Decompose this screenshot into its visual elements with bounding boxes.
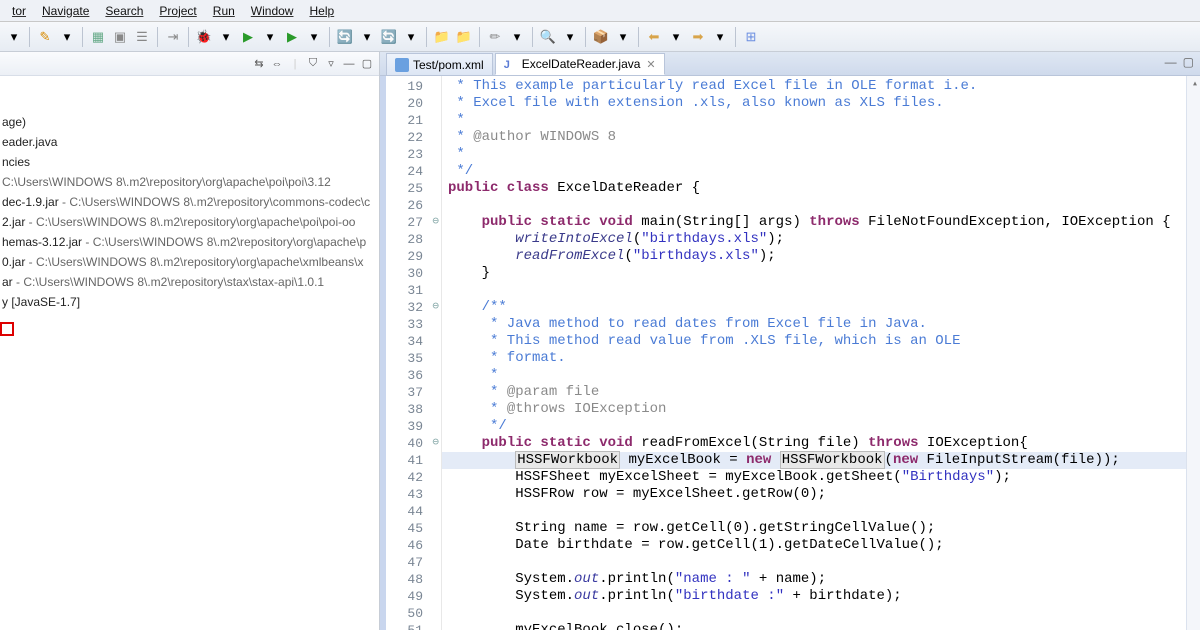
tree-item[interactable]: C:\Users\WINDOWS 8\.m2\repository\org\ap… <box>0 172 379 192</box>
menu-item[interactable]: Help <box>309 4 334 18</box>
menu-item[interactable]: Search <box>105 4 143 18</box>
tree-item[interactable]: eader.java <box>0 132 379 152</box>
dropdown-icon[interactable]: ▾ <box>560 27 580 47</box>
toolbar: ▾ ✎ ▾ ▦ ▣ ☰ ⇥ 🐞 ▾ ▶ ▾ ▶ ▾ 🔄 ▾ 🔄 ▾ 📁 📁 ✏ … <box>0 22 1200 52</box>
tree-item[interactable]: age) <box>0 112 379 132</box>
dropdown-icon[interactable]: ▾ <box>260 27 280 47</box>
debug-icon[interactable]: 🐞 <box>194 27 214 47</box>
dropdown-icon[interactable]: ▾ <box>401 27 421 47</box>
minimize-icon[interactable]: — <box>1165 55 1177 69</box>
menu-item[interactable]: Run <box>213 4 235 18</box>
dropdown-icon[interactable]: ▾ <box>4 27 24 47</box>
dropdown-icon[interactable]: ▾ <box>304 27 324 47</box>
java-file-icon <box>504 57 518 71</box>
tree-item[interactable]: ar - C:\Users\WINDOWS 8\.m2\repository\s… <box>0 272 379 292</box>
window-icon[interactable]: ⊞ <box>741 27 761 47</box>
tab-label: ExcelDateReader.java <box>522 57 641 71</box>
list-icon[interactable]: ☰ <box>132 27 152 47</box>
tab-pom[interactable]: Test/pom.xml <box>386 53 493 75</box>
skip-icon[interactable]: ⇥ <box>163 27 183 47</box>
package-explorer: ⇆ ⇔ | ⛉ ▿ — ▢ age) eader.java ncies C:\U… <box>0 52 380 630</box>
run-icon[interactable]: ▶ <box>238 27 258 47</box>
project-tree[interactable]: age) eader.java ncies C:\Users\WINDOWS 8… <box>0 76 379 312</box>
line-gutter[interactable]: 1920212223242526272829303132333435363738… <box>386 76 442 630</box>
maximize-icon[interactable]: ▢ <box>359 56 375 72</box>
dropdown-icon[interactable]: ▾ <box>357 27 377 47</box>
tab-label: Test/pom.xml <box>413 58 484 72</box>
menu-item[interactable]: Project <box>159 4 196 18</box>
tree-item[interactable]: hemas-3.12.jar - C:\Users\WINDOWS 8\.m2\… <box>0 232 379 252</box>
maximize-icon[interactable]: ▢ <box>1183 55 1194 69</box>
menu-bar: tor Navigate Search Project Run Window H… <box>0 0 1200 22</box>
edit-icon[interactable]: ✏ <box>485 27 505 47</box>
tree-item[interactable]: 2.jar - C:\Users\WINDOWS 8\.m2\repositor… <box>0 212 379 232</box>
tree-item[interactable]: dec-1.9.jar - C:\Users\WINDOWS 8\.m2\rep… <box>0 192 379 212</box>
folder-icon[interactable]: 📁 <box>432 27 452 47</box>
box2-icon[interactable]: 📦 <box>591 27 611 47</box>
forward-icon[interactable]: ➡ <box>688 27 708 47</box>
link-icon[interactable]: ⇔ <box>269 56 285 72</box>
tree-item[interactable]: ncies <box>0 152 379 172</box>
close-icon[interactable]: ✕ <box>646 58 655 71</box>
code-editor[interactable]: 1920212223242526272829303132333435363738… <box>380 76 1200 630</box>
minimize-icon[interactable]: — <box>341 56 357 72</box>
dropdown-icon[interactable]: ▾ <box>507 27 527 47</box>
tree-item[interactable]: y [JavaSE-1.7] <box>0 292 379 312</box>
collapse-icon[interactable]: ⇆ <box>251 56 267 72</box>
filter-icon[interactable]: ⛉ <box>305 56 321 72</box>
dropdown-icon[interactable]: ▾ <box>613 27 633 47</box>
back-icon[interactable]: ⬅ <box>644 27 664 47</box>
menu-icon[interactable]: ▿ <box>323 56 339 72</box>
tab-exceldatereader[interactable]: ExcelDateReader.java ✕ <box>495 53 665 75</box>
refresh2-icon[interactable]: 🔄 <box>379 27 399 47</box>
menu-item[interactable]: tor <box>12 4 26 18</box>
dropdown-icon[interactable]: ▾ <box>710 27 730 47</box>
tree-item[interactable]: 0.jar - C:\Users\WINDOWS 8\.m2\repositor… <box>0 252 379 272</box>
sep: | <box>287 56 303 72</box>
refresh-icon[interactable]: 🔄 <box>335 27 355 47</box>
folder2-icon[interactable]: 📁 <box>454 27 474 47</box>
dropdown-icon[interactable]: ▾ <box>57 27 77 47</box>
overview-ruler[interactable]: ▴ <box>1186 76 1200 630</box>
sidebar-toolbar: ⇆ ⇔ | ⛉ ▿ — ▢ <box>0 52 379 76</box>
dropdown-icon[interactable]: ▾ <box>666 27 686 47</box>
wand-icon[interactable]: ✎ <box>35 27 55 47</box>
menu-item[interactable]: Navigate <box>42 4 89 18</box>
box-icon[interactable]: ▦ <box>88 27 108 47</box>
editor-pane: Test/pom.xml ExcelDateReader.java ✕ — ▢ … <box>380 52 1200 630</box>
search-icon[interactable]: 🔍 <box>538 27 558 47</box>
stop-icon[interactable]: ▣ <box>110 27 130 47</box>
highlight-marker <box>0 322 14 336</box>
xml-file-icon <box>395 58 409 72</box>
editor-tabs: Test/pom.xml ExcelDateReader.java ✕ — ▢ <box>380 52 1200 76</box>
dropdown-icon[interactable]: ▾ <box>216 27 236 47</box>
menu-item[interactable]: Window <box>251 4 294 18</box>
code-lines[interactable]: * This example particularly read Excel f… <box>442 76 1186 630</box>
scroll-up-icon[interactable]: ▴ <box>1192 78 1198 90</box>
run-ext-icon[interactable]: ▶ <box>282 27 302 47</box>
